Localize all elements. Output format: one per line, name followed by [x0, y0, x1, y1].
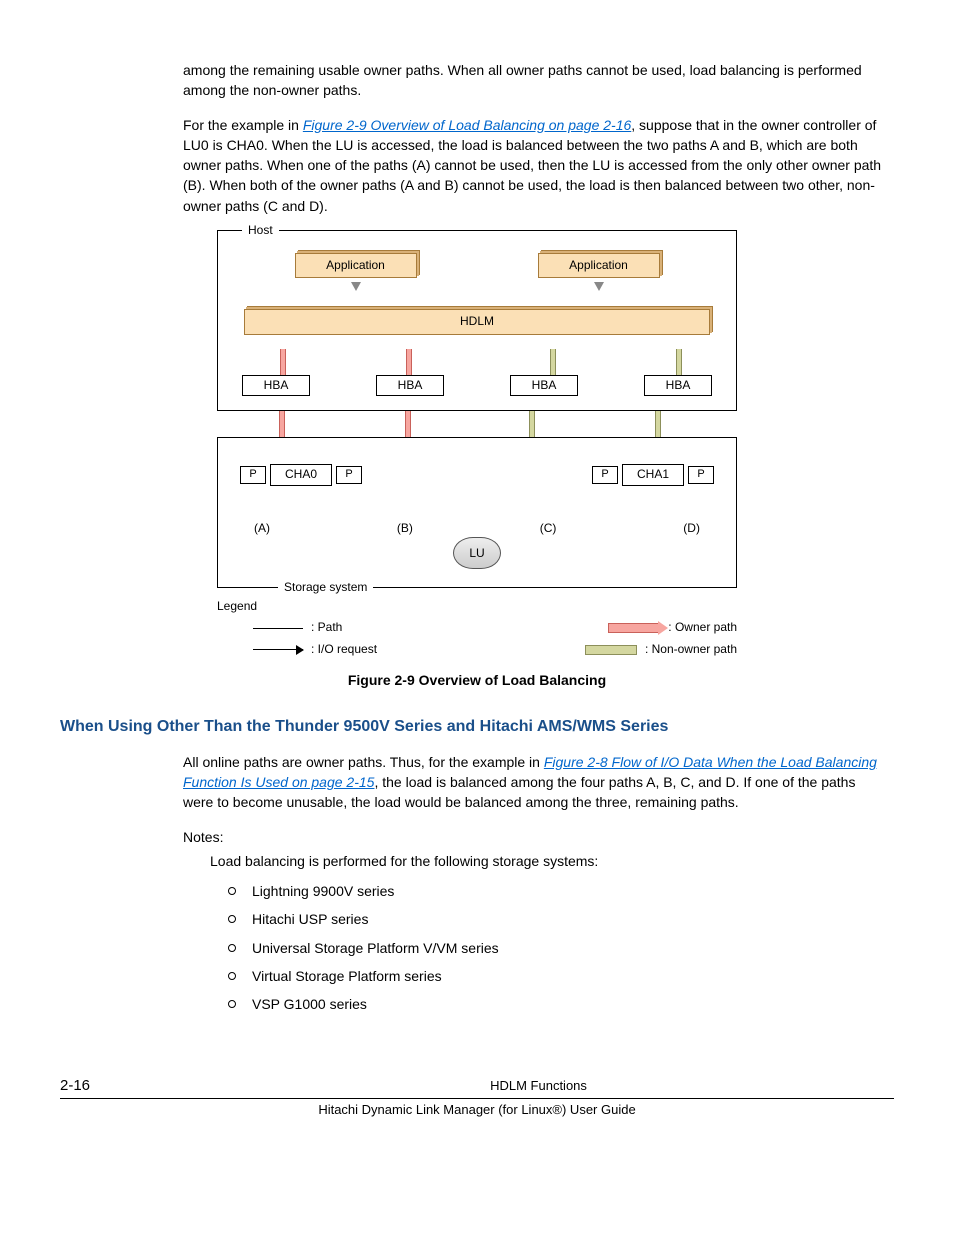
path-label: (C) [540, 520, 557, 537]
path-label: (A) [254, 520, 270, 537]
bullet-list: Lightning 9900V series Hitachi USP serie… [220, 881, 894, 1014]
host-label: Host [242, 222, 279, 239]
port-box: P [592, 466, 618, 484]
footer-subtitle: Hitachi Dynamic Link Manager (for Linux®… [60, 1101, 894, 1120]
page-number: 2-16 [60, 1075, 183, 1097]
paragraph: For the example in Figure 2-9 Overview o… [183, 115, 884, 216]
figure: Host Application Application HDLM [60, 230, 894, 658]
figure-caption: Figure 2-9 Overview of Load Balancing [60, 670, 894, 690]
port-box: P [336, 466, 362, 484]
lu-cylinder: LU [453, 537, 501, 569]
hba-box: HBA [376, 375, 444, 396]
application-box: Application [538, 253, 660, 278]
path-label: (B) [397, 520, 413, 537]
legend-label: : I/O request [311, 641, 401, 658]
text: For the example in [183, 117, 303, 133]
list-item: Hitachi USP series [220, 909, 894, 929]
port-box: P [240, 466, 266, 484]
paragraph: All online paths are owner paths. Thus, … [183, 752, 884, 813]
legend-label: : Non-owner path [645, 641, 737, 658]
notes-intro: Load balancing is performed for the foll… [210, 851, 894, 871]
storage-label: Storage system [278, 579, 373, 596]
figure-link[interactable]: Figure 2-9 Overview of Load Balancing on… [303, 117, 631, 133]
cha-box: CHA1 [622, 464, 684, 485]
hba-box: HBA [242, 375, 310, 396]
path-label: (D) [683, 520, 700, 537]
footer: 2-16 HDLM Functions Hitachi Dynamic Link… [60, 1075, 894, 1121]
port-box: P [688, 466, 714, 484]
list-item: Virtual Storage Platform series [220, 966, 894, 986]
section-heading: When Using Other Than the Thunder 9500V … [60, 715, 894, 738]
footer-title: HDLM Functions [183, 1077, 894, 1096]
list-item: Universal Storage Platform V/VM series [220, 938, 894, 958]
storage-frame: P CHA0 P P CHA1 P (A) (B) (C) (D) LU Sto… [217, 437, 737, 588]
hba-box: HBA [510, 375, 578, 396]
cha-box: CHA0 [270, 464, 332, 485]
io-arrow-icon [253, 649, 303, 650]
application-box: Application [295, 253, 417, 278]
host-frame: Host Application Application HDLM [217, 230, 737, 411]
owner-path-icon [608, 623, 660, 633]
legend-label: : Owner path [668, 619, 737, 636]
notes-label: Notes: [183, 827, 894, 847]
text: All online paths are owner paths. Thus, … [183, 754, 544, 770]
list-item: VSP G1000 series [220, 994, 894, 1014]
legend-title: Legend [217, 598, 737, 615]
paragraph: among the remaining usable owner paths. … [183, 60, 884, 101]
hba-box: HBA [644, 375, 712, 396]
arrow-down-icon [351, 282, 361, 291]
hdlm-box: HDLM [244, 309, 710, 334]
legend-label: : Path [311, 619, 401, 636]
path-line-icon [253, 628, 303, 629]
arrow-down-icon [594, 282, 604, 291]
list-item: Lightning 9900V series [220, 881, 894, 901]
diagram: Host Application Application HDLM [217, 230, 737, 658]
legend: Legend : Path : Owner path : I/O request… [217, 598, 737, 658]
nonowner-path-icon [585, 645, 637, 655]
